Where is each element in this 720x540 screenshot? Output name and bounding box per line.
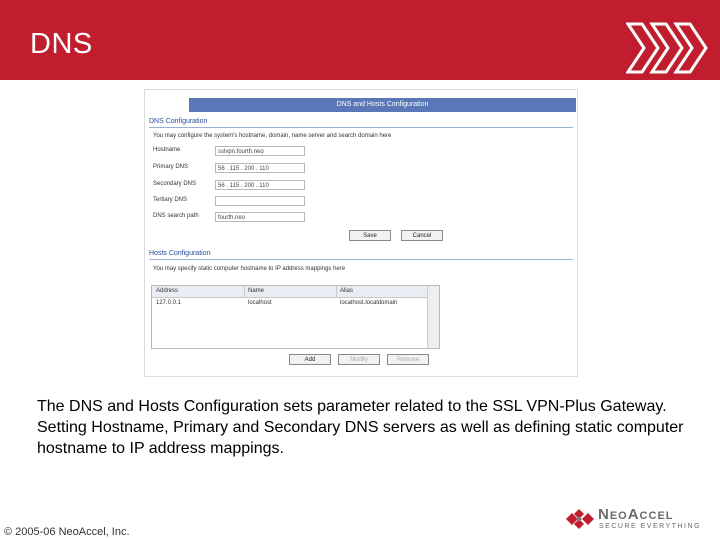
hosts-description: You may specify static computer hostname… (153, 266, 346, 272)
table-scrollbar[interactable] (427, 286, 439, 348)
dns-config-screenshot: DNS and Hosts Configuration DNS Configur… (144, 89, 578, 377)
column-header-alias[interactable]: Alias (340, 288, 353, 294)
chevron-arrows-icon (626, 22, 708, 74)
primary-dns-label: Primary DNS (153, 164, 189, 170)
dns-description: You may configure the system's hostname,… (153, 133, 392, 139)
hosts-section-title: Hosts Configuration (149, 250, 211, 257)
column-divider (244, 286, 245, 297)
logo-mark-icon (566, 509, 594, 529)
cancel-button[interactable]: Cancel (401, 230, 443, 241)
slide-caption: The DNS and Hosts Configuration sets par… (37, 398, 684, 457)
title-bar: DNS (0, 0, 720, 82)
column-header-name[interactable]: Name (248, 288, 264, 294)
cell-name[interactable]: localhost (248, 300, 272, 306)
table-header: Address Name Alias (152, 286, 428, 298)
section-divider (149, 259, 573, 260)
modify-button[interactable]: Modify (338, 354, 380, 365)
save-button[interactable]: Save (349, 230, 391, 241)
tertiary-dns-label: Tertiary DNS (153, 197, 188, 203)
neoaccel-logo: NeoAccel SECURE EVERYTHING (564, 504, 714, 534)
column-divider (336, 286, 337, 297)
cell-address[interactable]: 127.0.0.1 (156, 300, 181, 306)
dns-section-title: DNS Configuration (149, 118, 208, 125)
primary-dns-field[interactable]: 56 . 115 . 200 . 110 (215, 163, 305, 173)
slide-title: DNS (30, 28, 93, 60)
hosts-table: Address Name Alias 127.0.0.1 localhost l… (151, 285, 440, 349)
cell-alias[interactable]: localhost.localdomain (340, 300, 397, 306)
hostname-field[interactable]: sslvpn.fourth.neo (215, 146, 305, 156)
secondary-dns-label: Secondary DNS (153, 181, 197, 187)
hostname-label: Hostname (153, 147, 181, 153)
remove-button[interactable]: Remove (387, 354, 429, 365)
tertiary-dns-field[interactable] (215, 196, 305, 206)
add-button[interactable]: Add (289, 354, 331, 365)
secondary-dns-field[interactable]: 56 . 115 . 200 . 110 (215, 180, 305, 190)
section-divider (149, 127, 573, 128)
column-header-address[interactable]: Address (156, 288, 178, 294)
brand-name: NeoAccel (598, 506, 674, 523)
panel-header: DNS and Hosts Configuration (189, 98, 576, 112)
copyright-text: © 2005-06 NeoAccel, Inc. (4, 526, 130, 538)
brand-tagline: SECURE EVERYTHING (599, 523, 701, 530)
dns-search-path-label: DNS search path (153, 213, 199, 219)
dns-search-path-field[interactable]: fourth.neo (215, 212, 305, 222)
